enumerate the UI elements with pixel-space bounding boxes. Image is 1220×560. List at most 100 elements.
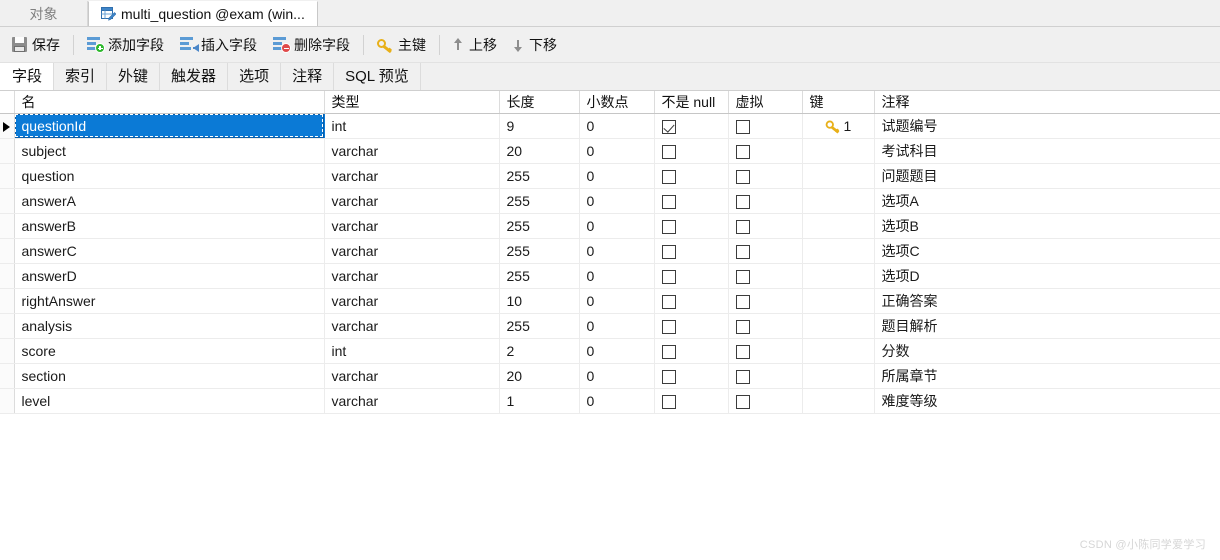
cell-length[interactable]: 9 bbox=[499, 113, 580, 139]
checkbox-unchecked-icon[interactable] bbox=[735, 244, 750, 259]
cell-comment[interactable]: 选项D bbox=[874, 263, 1220, 289]
cell-comment[interactable]: 难度等级 bbox=[874, 388, 1220, 414]
cell-type[interactable]: varchar bbox=[324, 188, 500, 214]
cell-decimals[interactable]: 0 bbox=[579, 188, 655, 214]
column-header-name[interactable]: 名 bbox=[14, 91, 325, 114]
insert-field-button[interactable]: 插入字段 bbox=[172, 31, 265, 59]
cell-comment[interactable]: 正确答案 bbox=[874, 288, 1220, 314]
column-header-not-null[interactable]: 不是 null bbox=[654, 91, 729, 114]
cell-type[interactable]: int bbox=[324, 338, 500, 364]
tab-fields[interactable]: 字段 bbox=[0, 63, 55, 90]
row-marker[interactable] bbox=[0, 213, 15, 239]
checkbox-unchecked-icon[interactable] bbox=[661, 394, 676, 409]
cell-not-null-checkbox[interactable] bbox=[654, 163, 729, 189]
cell-length[interactable]: 255 bbox=[499, 163, 580, 189]
save-button[interactable]: 保存 bbox=[4, 31, 68, 59]
cell-decimals[interactable]: 0 bbox=[579, 388, 655, 414]
cell-not-null-checkbox[interactable] bbox=[654, 313, 729, 339]
window-tab-objects[interactable]: 对象 bbox=[0, 1, 88, 26]
cell-not-null-checkbox[interactable] bbox=[654, 388, 729, 414]
cell-name[interactable]: section bbox=[14, 363, 325, 389]
table-row[interactable]: questionId int 9 0 1 试题编号 bbox=[0, 113, 1220, 139]
cell-type[interactable]: varchar bbox=[324, 363, 500, 389]
checkbox-unchecked-icon[interactable] bbox=[735, 294, 750, 309]
cell-comment[interactable]: 问题题目 bbox=[874, 163, 1220, 189]
row-marker[interactable] bbox=[0, 138, 15, 164]
cell-comment[interactable]: 所属章节 bbox=[874, 363, 1220, 389]
cell-not-null-checkbox[interactable] bbox=[654, 113, 729, 139]
cell-key[interactable] bbox=[802, 163, 875, 189]
cell-name[interactable]: score bbox=[14, 338, 325, 364]
cell-not-null-checkbox[interactable] bbox=[654, 363, 729, 389]
cell-name[interactable]: answerA bbox=[14, 188, 325, 214]
tab-options[interactable]: 选项 bbox=[228, 63, 282, 90]
cell-virtual-checkbox[interactable] bbox=[728, 163, 803, 189]
table-row[interactable]: subject varchar 20 0 考试科目 bbox=[0, 138, 1220, 164]
primary-key-button[interactable]: 主键 bbox=[369, 31, 434, 59]
cell-name[interactable]: question bbox=[14, 163, 325, 189]
cell-key[interactable] bbox=[802, 213, 875, 239]
row-marker[interactable] bbox=[0, 388, 15, 414]
column-header-decimals[interactable]: 小数点 bbox=[579, 91, 655, 114]
checkbox-unchecked-icon[interactable] bbox=[735, 119, 750, 134]
table-row[interactable]: question varchar 255 0 问题题目 bbox=[0, 163, 1220, 189]
cell-type[interactable]: varchar bbox=[324, 313, 500, 339]
tab-foreign-keys[interactable]: 外键 bbox=[107, 63, 161, 90]
cell-decimals[interactable]: 0 bbox=[579, 288, 655, 314]
column-header-comment[interactable]: 注释 bbox=[874, 91, 1220, 114]
cell-virtual-checkbox[interactable] bbox=[728, 138, 803, 164]
column-header-key[interactable]: 键 bbox=[802, 91, 875, 114]
column-header-virtual[interactable]: 虚拟 bbox=[728, 91, 803, 114]
cell-comment[interactable]: 试题编号 bbox=[874, 113, 1220, 139]
row-marker[interactable] bbox=[0, 263, 15, 289]
cell-key[interactable] bbox=[802, 188, 875, 214]
cell-key[interactable] bbox=[802, 388, 875, 414]
cell-virtual-checkbox[interactable] bbox=[728, 263, 803, 289]
table-row[interactable]: answerD varchar 255 0 选项D bbox=[0, 263, 1220, 289]
cell-type[interactable]: varchar bbox=[324, 388, 500, 414]
row-marker[interactable] bbox=[0, 288, 15, 314]
checkbox-unchecked-icon[interactable] bbox=[735, 319, 750, 334]
tab-indexes[interactable]: 索引 bbox=[54, 63, 108, 90]
cell-length[interactable]: 255 bbox=[499, 263, 580, 289]
cell-virtual-checkbox[interactable] bbox=[728, 313, 803, 339]
checkbox-unchecked-icon[interactable] bbox=[735, 194, 750, 209]
row-marker[interactable] bbox=[0, 338, 15, 364]
checkbox-unchecked-icon[interactable] bbox=[735, 219, 750, 234]
table-row[interactable]: answerC varchar 255 0 选项C bbox=[0, 238, 1220, 264]
cell-key[interactable] bbox=[802, 238, 875, 264]
row-marker[interactable] bbox=[0, 113, 15, 139]
cell-length[interactable]: 255 bbox=[499, 313, 580, 339]
cell-not-null-checkbox[interactable] bbox=[654, 213, 729, 239]
cell-name[interactable]: questionId bbox=[14, 113, 325, 139]
checkbox-unchecked-icon[interactable] bbox=[661, 169, 676, 184]
cell-not-null-checkbox[interactable] bbox=[654, 263, 729, 289]
cell-name[interactable]: answerC bbox=[14, 238, 325, 264]
checkbox-unchecked-icon[interactable] bbox=[661, 319, 676, 334]
cell-not-null-checkbox[interactable] bbox=[654, 338, 729, 364]
table-row[interactable]: score int 2 0 分数 bbox=[0, 338, 1220, 364]
delete-field-button[interactable]: 删除字段 bbox=[265, 31, 358, 59]
table-row[interactable]: level varchar 1 0 难度等级 bbox=[0, 388, 1220, 414]
window-tab-table-designer[interactable]: multi_question @exam (win... bbox=[88, 1, 318, 26]
cell-length[interactable]: 20 bbox=[499, 363, 580, 389]
cell-decimals[interactable]: 0 bbox=[579, 338, 655, 364]
cell-virtual-checkbox[interactable] bbox=[728, 238, 803, 264]
checkbox-unchecked-icon[interactable] bbox=[661, 369, 676, 384]
cell-comment[interactable]: 选项A bbox=[874, 188, 1220, 214]
checkbox-unchecked-icon[interactable] bbox=[735, 269, 750, 284]
cell-virtual-checkbox[interactable] bbox=[728, 213, 803, 239]
cell-type[interactable]: int bbox=[324, 113, 500, 139]
checkbox-unchecked-icon[interactable] bbox=[661, 294, 676, 309]
row-marker[interactable] bbox=[0, 363, 15, 389]
tab-sql-preview[interactable]: SQL 预览 bbox=[334, 63, 421, 90]
checkbox-unchecked-icon[interactable] bbox=[735, 369, 750, 384]
row-marker[interactable] bbox=[0, 313, 15, 339]
cell-not-null-checkbox[interactable] bbox=[654, 288, 729, 314]
checkbox-unchecked-icon[interactable] bbox=[661, 144, 676, 159]
cell-name[interactable]: answerB bbox=[14, 213, 325, 239]
field-grid[interactable]: 名 类型 长度 小数点 不是 null 虚拟 键 注释 questionId in… bbox=[0, 91, 1220, 414]
row-marker[interactable] bbox=[0, 188, 15, 214]
checkbox-unchecked-icon[interactable] bbox=[735, 344, 750, 359]
cell-decimals[interactable]: 0 bbox=[579, 313, 655, 339]
